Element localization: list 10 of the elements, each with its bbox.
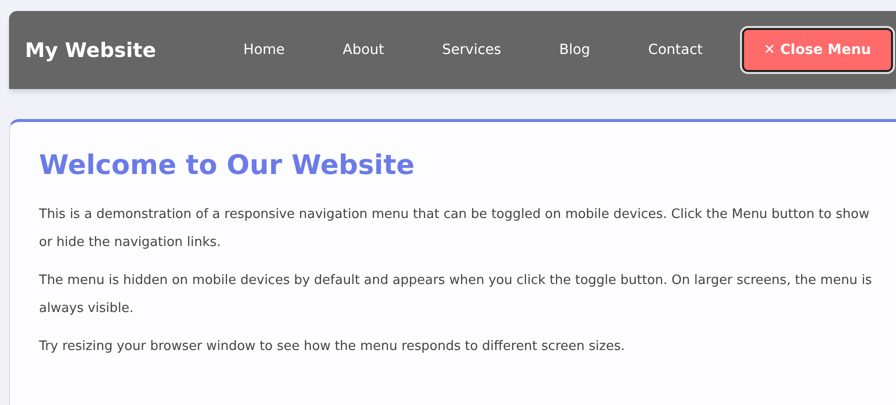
nav-link[interactable]: Contact bbox=[619, 32, 732, 68]
paragraph: This is a demonstration of a responsive navigation menu that can be toggled on mobile devices. Click the Menu button to show or hide the navigation links. bbox=[39, 206, 870, 252]
paragraph: Try resizing your browser window to see how the menu responds to different screen sizes. bbox=[39, 338, 626, 356]
page-heading: Welcome to Our Website bbox=[39, 149, 416, 183]
nav-link[interactable]: Blog bbox=[530, 32, 620, 68]
nav-link[interactable]: Home bbox=[214, 32, 314, 68]
nav-link[interactable]: Services bbox=[413, 32, 530, 68]
paragraph: The menu is hidden on mobile devices by default and appears when you click the toggle button. On larger screens, the menu is always visible. bbox=[39, 272, 873, 318]
site-logo[interactable]: My Website bbox=[25, 35, 156, 65]
nav-link[interactable]: About bbox=[314, 32, 414, 68]
